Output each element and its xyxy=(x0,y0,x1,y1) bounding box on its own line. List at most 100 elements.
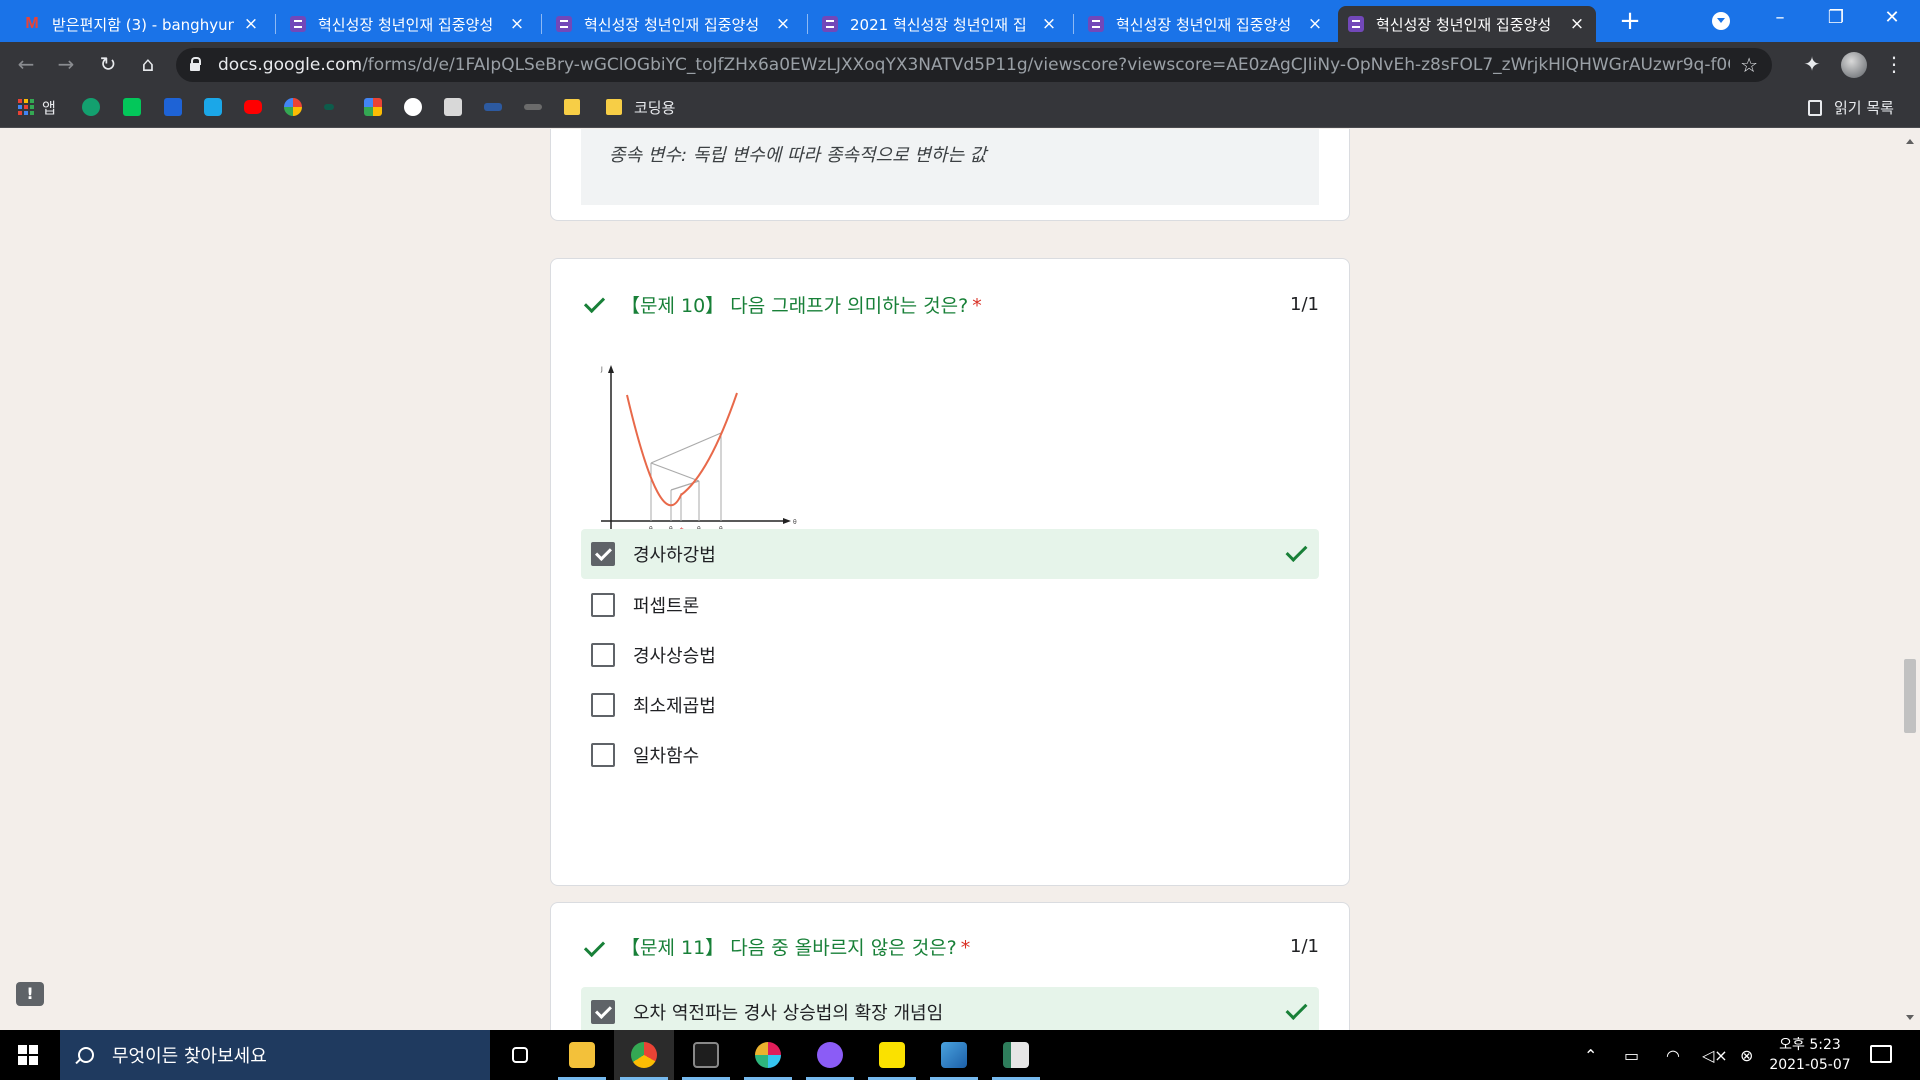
tab-form-3[interactable]: 2021 혁신성장 청년인재 집 × xyxy=(812,6,1068,42)
bookmarks-bar: 앱 코딩용 읽기 목록 xyxy=(0,86,1920,128)
reload-icon[interactable]: ↻ xyxy=(94,50,122,78)
status-error-icon[interactable]: ⊗ xyxy=(1740,1030,1753,1080)
taskbar-clock[interactable]: 오후 5:23 2021-05-07 xyxy=(1760,1035,1860,1075)
report-feedback-icon[interactable]: ! xyxy=(16,982,44,1006)
page-scrollbar[interactable] xyxy=(1900,129,1920,1030)
checkbox[interactable] xyxy=(591,593,615,617)
bookmark-7[interactable] xyxy=(324,97,334,117)
back-icon[interactable]: ← xyxy=(12,50,40,78)
checkbox[interactable] xyxy=(591,693,615,717)
bookmark-10[interactable] xyxy=(444,97,462,117)
notification-center-icon[interactable] xyxy=(1870,1045,1892,1063)
bookmark-3[interactable] xyxy=(164,97,182,117)
x-axis-arrow xyxy=(783,518,791,524)
youtube-icon xyxy=(244,100,262,114)
app-window-icon xyxy=(1003,1042,1029,1068)
cube-icon xyxy=(164,98,182,116)
checkbox[interactable] xyxy=(591,743,615,767)
bookmark-naver[interactable] xyxy=(123,97,141,117)
folder-icon xyxy=(606,99,622,115)
option-label: 퍼셉트론 xyxy=(633,596,700,617)
network-icon[interactable]: ◠ xyxy=(1666,1030,1680,1080)
scrollbar-thumb[interactable] xyxy=(1904,659,1916,733)
option-linear-function[interactable]: 일차함수 xyxy=(581,730,1319,780)
apps-label: 앱 xyxy=(42,98,56,117)
step-line xyxy=(650,432,722,464)
close-tab-icon[interactable]: × xyxy=(1040,14,1058,34)
taskbar-github[interactable] xyxy=(800,1030,860,1080)
option-gradient-descent[interactable]: 경사하강법 xyxy=(581,529,1319,579)
close-tab-icon[interactable]: × xyxy=(242,14,260,34)
scroll-down-arrow[interactable] xyxy=(1906,1015,1914,1020)
previous-question-card: 종속 변수: 독립 변수에 따라 종속적으로 변하는 값 xyxy=(550,129,1350,221)
battery-icon[interactable]: ▭ xyxy=(1624,1030,1639,1080)
show-hidden-icons[interactable]: ⌃ xyxy=(1584,1030,1597,1080)
checkbox[interactable] xyxy=(591,1000,615,1024)
tab-form-2[interactable]: 혁신성장 청년인재 집중양성 × xyxy=(546,6,802,42)
option-gradient-ascent[interactable]: 경사상승법 xyxy=(581,630,1319,680)
close-tab-icon[interactable]: × xyxy=(508,14,526,34)
option-least-squares[interactable]: 최소제곱법 xyxy=(581,680,1319,730)
lock-icon[interactable] xyxy=(190,57,201,71)
reading-list-label: 읽기 목록 xyxy=(1834,99,1894,117)
restore-button[interactable]: ❐ xyxy=(1808,0,1864,36)
taskbar-terminal[interactable] xyxy=(676,1030,736,1080)
close-tab-icon[interactable]: × xyxy=(1568,14,1586,34)
bookmark-youtube[interactable] xyxy=(244,97,262,117)
bookmark-github[interactable] xyxy=(404,97,422,117)
close-window-button[interactable]: ✕ xyxy=(1864,0,1920,36)
axis-label: J xyxy=(600,366,603,373)
correct-check-icon xyxy=(585,293,611,311)
extensions-icon[interactable]: ✦ xyxy=(1798,50,1826,78)
bookmark-google[interactable] xyxy=(284,97,302,117)
option-perceptron[interactable]: 퍼셉트론 xyxy=(581,580,1319,630)
taskbar-slack[interactable] xyxy=(738,1030,798,1080)
close-tab-icon[interactable]: × xyxy=(1306,14,1324,34)
tab-form-active[interactable]: 혁신성장 청년인재 집중양성 × xyxy=(1338,6,1596,42)
address-bar[interactable]: docs.google.com/forms/d/e/1FAIpQLSeBry-w… xyxy=(176,48,1772,82)
tab-gmail[interactable]: M 받은편지함 (3) - banghyun × xyxy=(14,6,270,42)
forward-icon[interactable]: → xyxy=(52,50,80,78)
checkbox[interactable] xyxy=(591,542,615,566)
volume-muted-icon[interactable]: ◁× xyxy=(1702,1030,1728,1080)
reading-list-button[interactable]: 읽기 목록 xyxy=(1808,97,1894,118)
tab-search-icon[interactable] xyxy=(1712,12,1730,30)
scroll-up-arrow[interactable] xyxy=(1906,139,1914,144)
bookmark-4[interactable] xyxy=(204,97,222,117)
search-icon xyxy=(78,1047,94,1063)
taskbar-chrome[interactable] xyxy=(614,1030,674,1080)
bookmark-star-icon[interactable]: ☆ xyxy=(1740,53,1758,77)
bookmark-12[interactable] xyxy=(524,97,542,117)
clock-date: 2021-05-07 xyxy=(1769,1057,1851,1073)
profile-avatar[interactable] xyxy=(1841,52,1867,78)
bookmark-11[interactable] xyxy=(484,97,502,117)
home-icon[interactable]: ⌂ xyxy=(134,50,162,78)
checkbox[interactable] xyxy=(591,643,615,667)
taskbar-photos[interactable] xyxy=(924,1030,984,1080)
question-title: 【문제 11】 다음 중 올바르지 않은 것은? * xyxy=(621,937,971,959)
folder-label: 코딩용 xyxy=(634,98,676,117)
bookmark-folder-coding[interactable]: 코딩용 xyxy=(606,97,675,117)
menu-icon[interactable]: ⋮ xyxy=(1880,50,1908,78)
code-icon xyxy=(484,103,502,111)
option-backprop[interactable]: 오차 역전파는 경사 상승법의 확장 개념임 xyxy=(581,987,1319,1030)
apps-shortcut[interactable]: 앱 xyxy=(18,97,56,117)
bookmark-photos[interactable] xyxy=(364,97,382,117)
taskbar-search-box[interactable]: 무엇이든 찾아보세요 xyxy=(60,1030,490,1080)
bookmark-1[interactable] xyxy=(82,97,100,117)
new-tab-button[interactable]: + xyxy=(1612,6,1648,36)
taskbar-file-explorer[interactable] xyxy=(552,1030,612,1080)
tab-form-1[interactable]: 혁신성장 청년인재 집중양성 × xyxy=(280,6,536,42)
tab-form-4[interactable]: 혁신성장 청년인재 집중양성 × xyxy=(1078,6,1334,42)
task-view-button[interactable] xyxy=(490,1030,550,1080)
bookmark-folder-1[interactable] xyxy=(564,97,592,117)
windows-start-icon[interactable] xyxy=(18,1045,38,1065)
taskbar-app[interactable] xyxy=(986,1030,1046,1080)
bird-icon xyxy=(444,98,462,116)
google-forms-icon xyxy=(1088,16,1104,32)
option-label: 일차함수 xyxy=(633,746,700,767)
minimize-button[interactable]: – xyxy=(1752,0,1808,36)
correct-check-icon xyxy=(1285,1001,1307,1019)
close-tab-icon[interactable]: × xyxy=(774,14,792,34)
taskbar-kakaotalk[interactable] xyxy=(862,1030,922,1080)
